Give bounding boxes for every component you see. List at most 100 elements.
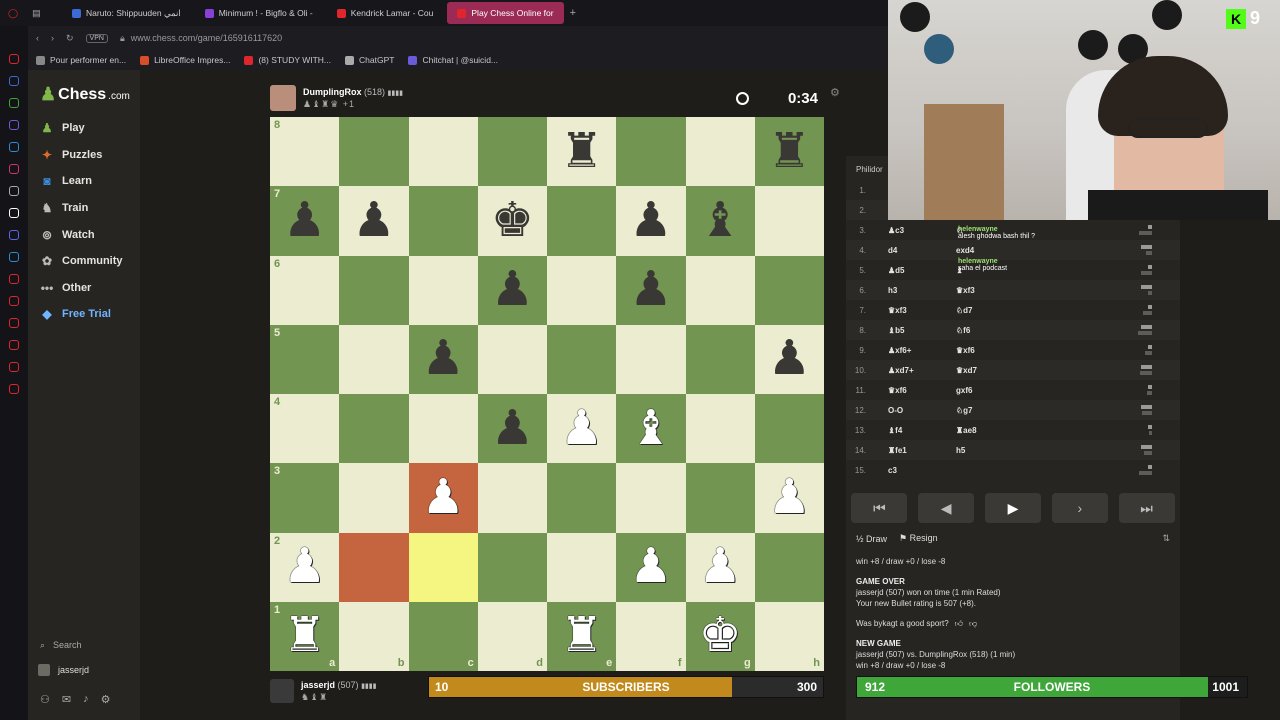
square-a6[interactable]: 6: [270, 255, 340, 325]
square-f8[interactable]: [616, 117, 686, 187]
tab-overview-icon[interactable]: ▤: [32, 8, 41, 19]
square-a2[interactable]: 2 ♟: [270, 532, 340, 602]
white-move[interactable]: ♛xf6: [888, 386, 907, 395]
sidebar-search[interactable]: ⌕ Search: [28, 633, 140, 657]
square-f6[interactable]: ♟: [616, 255, 686, 325]
opera-sidebar-app-icon[interactable]: [9, 274, 19, 284]
resign-button[interactable]: ⚑ Resign: [899, 533, 938, 544]
square-b7[interactable]: ♟: [339, 186, 409, 256]
black-pawn-icon[interactable]: ♟: [768, 335, 811, 383]
square-g5[interactable]: [685, 324, 755, 394]
next-move-icon[interactable]: ›: [1051, 493, 1108, 523]
browser-menu[interactable]: ◯ ▤: [0, 8, 62, 19]
white-rook-icon[interactable]: ♜: [283, 612, 326, 660]
square-b1[interactable]: b: [339, 601, 409, 671]
browser-tab[interactable]: Kendrick Lamar - Cou: [327, 2, 444, 24]
square-b4[interactable]: [339, 394, 409, 464]
square-f1[interactable]: f: [616, 601, 686, 671]
notifications-icon[interactable]: ♪: [83, 693, 89, 706]
square-h2[interactable]: [754, 532, 824, 602]
nav-item-watch[interactable]: ⊚ Watch: [28, 221, 140, 248]
opera-sidebar-app-icon[interactable]: [9, 164, 19, 174]
white-move[interactable]: O-O: [888, 406, 903, 415]
new-tab-icon[interactable]: +: [570, 7, 576, 19]
opera-sidebar-app-icon[interactable]: [9, 142, 19, 152]
square-g6[interactable]: [685, 255, 755, 325]
white-move[interactable]: ♜fe1: [888, 446, 907, 455]
square-e4[interactable]: ♟: [547, 394, 617, 464]
square-b6[interactable]: [339, 255, 409, 325]
black-pawn-icon[interactable]: ♟: [491, 404, 534, 453]
settings-icon[interactable]: ⚙: [101, 693, 111, 706]
opera-sidebar-app-icon[interactable]: [9, 98, 19, 108]
square-d3[interactable]: [477, 463, 547, 533]
vpn-badge[interactable]: VPN: [85, 33, 108, 43]
sidebar-user[interactable]: jasserjd: [28, 657, 140, 683]
square-g2[interactable]: ♟: [685, 532, 755, 602]
back-icon[interactable]: ‹: [36, 33, 39, 43]
opponent-avatar[interactable]: [270, 85, 296, 111]
white-move[interactable]: ♟d5: [888, 266, 905, 275]
thumbs-up-icon[interactable]: 👍︎: [955, 618, 963, 629]
white-move[interactable]: ♟c3: [888, 226, 904, 235]
black-move[interactable]: ♜ae8: [956, 426, 977, 435]
browser-tab[interactable]: Naruto: Shippuuden انمي: [62, 2, 191, 24]
friends-icon[interactable]: ⚇: [40, 693, 50, 706]
nav-item-other[interactable]: ••• Other: [28, 275, 140, 302]
square-g7[interactable]: ♝: [685, 186, 755, 256]
opera-logo-icon[interactable]: ◯: [8, 8, 18, 19]
messages-icon[interactable]: ✉: [62, 693, 71, 706]
white-move[interactable]: c3: [888, 466, 897, 475]
square-e2[interactable]: [547, 532, 617, 602]
board-settings-icon[interactable]: ⚙: [830, 86, 840, 99]
square-b2[interactable]: [339, 532, 409, 602]
white-move[interactable]: ♟xf6+: [888, 346, 911, 355]
square-a8[interactable]: 8: [270, 117, 340, 187]
black-king-icon[interactable]: ♚: [491, 196, 534, 245]
white-move[interactable]: ♛xf3: [888, 306, 907, 315]
square-c6[interactable]: [408, 255, 478, 325]
black-pawn-icon[interactable]: ♟: [491, 266, 534, 314]
square-a1[interactable]: 1 a ♜: [270, 601, 340, 671]
square-e1[interactable]: e ♜: [547, 601, 617, 671]
chess-logo[interactable]: ♟ Chess .com: [28, 70, 140, 105]
white-pawn-icon[interactable]: ♟: [283, 543, 326, 591]
black-move[interactable]: ♛xd7: [956, 366, 977, 375]
square-h5[interactable]: ♟: [754, 324, 824, 394]
white-pawn-icon[interactable]: ♟: [560, 404, 603, 453]
black-rook-icon[interactable]: ♜: [768, 127, 811, 176]
black-pawn-icon[interactable]: ♟: [352, 196, 395, 245]
opera-sidebar-app-icon[interactable]: [9, 208, 19, 218]
square-a7[interactable]: 7 ♟: [270, 186, 340, 256]
opera-sidebar-app-icon[interactable]: [9, 362, 19, 372]
square-b5[interactable]: [339, 324, 409, 394]
square-f4[interactable]: ♝: [616, 394, 686, 464]
opera-sidebar-app-icon[interactable]: [9, 230, 19, 240]
square-g8[interactable]: [685, 117, 755, 187]
white-move[interactable]: ♟xd7+: [888, 366, 914, 375]
square-h8[interactable]: ♜: [754, 117, 824, 187]
square-c5[interactable]: ♟: [408, 324, 478, 394]
white-king-icon[interactable]: ♚: [699, 612, 742, 660]
black-move[interactable]: exd4: [956, 246, 974, 255]
square-d2[interactable]: [477, 532, 547, 602]
square-d5[interactable]: [477, 324, 547, 394]
square-c3[interactable]: ♟: [408, 463, 478, 533]
player-name[interactable]: jasserjd (507) ▮▮▮▮: [301, 680, 377, 690]
last-move-icon[interactable]: ⏭: [1118, 493, 1175, 523]
square-a4[interactable]: 4: [270, 394, 340, 464]
square-g4[interactable]: [685, 394, 755, 464]
square-h1[interactable]: h: [754, 601, 824, 671]
square-d6[interactable]: ♟: [477, 255, 547, 325]
prev-move-icon[interactable]: ◀: [918, 493, 975, 523]
black-pawn-icon[interactable]: ♟: [629, 196, 672, 245]
square-c8[interactable]: [408, 117, 478, 187]
square-d1[interactable]: d: [477, 601, 547, 671]
bookmark-item[interactable]: Pour performer en...: [36, 55, 126, 65]
black-move[interactable]: ♛xf6: [956, 346, 975, 355]
black-move[interactable]: ♘d7: [956, 306, 973, 315]
square-a3[interactable]: 3: [270, 463, 340, 533]
square-e8[interactable]: ♜: [547, 117, 617, 187]
white-pawn-icon[interactable]: ♟: [699, 543, 742, 591]
square-g1[interactable]: g ♚: [685, 601, 755, 671]
